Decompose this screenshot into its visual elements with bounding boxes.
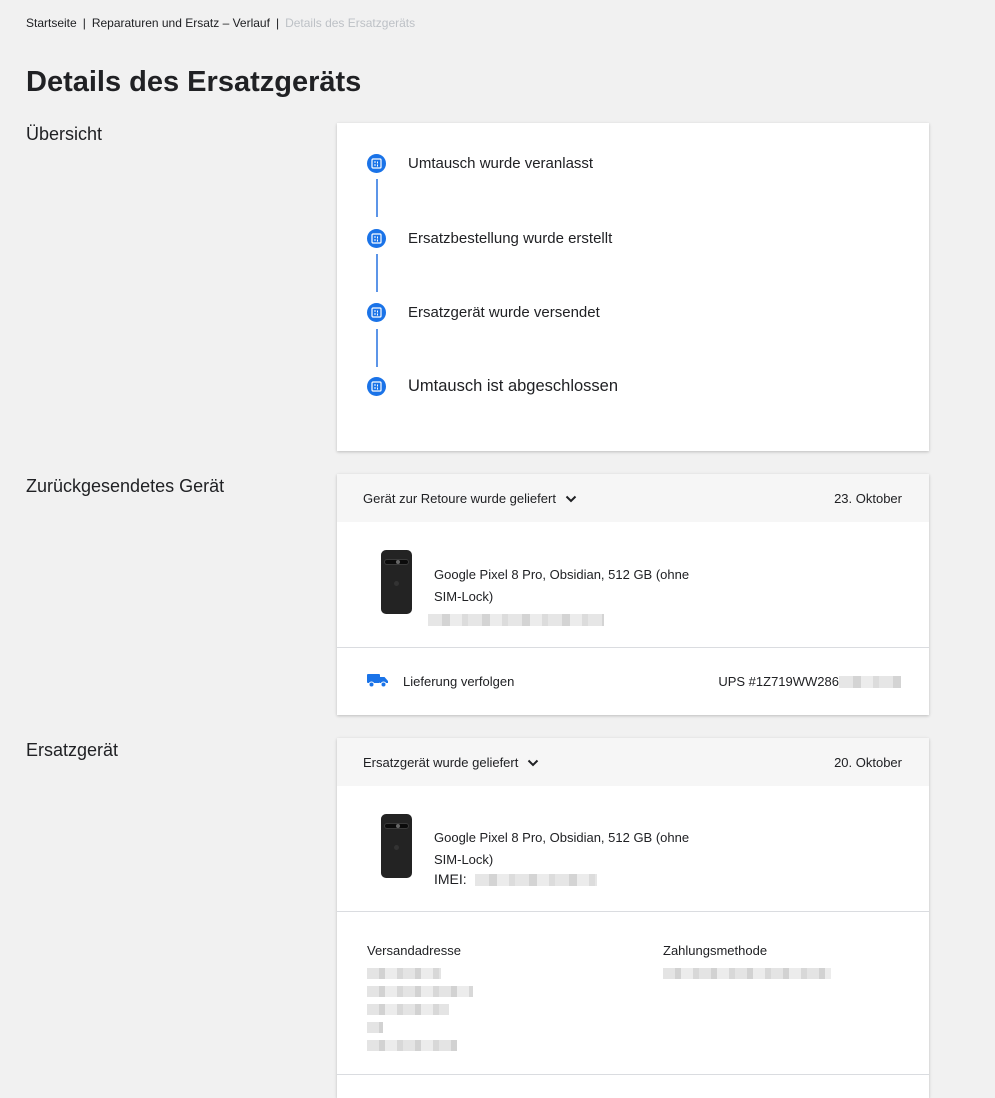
timeline-step-label: Umtausch ist abgeschlossen bbox=[408, 377, 619, 395]
product-name-line2: SIM-Lock) bbox=[434, 852, 494, 867]
timeline-step-label: Ersatzbestellung wurde erstellt bbox=[408, 230, 613, 247]
timeline-step: Ersatzbestellung wurde erstellt bbox=[367, 229, 612, 248]
checklist-icon bbox=[367, 154, 386, 173]
timeline-connector bbox=[376, 179, 378, 217]
timeline-step: Ersatzgerät wurde versendet bbox=[367, 303, 600, 322]
breadcrumb-history-link[interactable]: Reparaturen und Ersatz – Verlauf bbox=[92, 16, 270, 30]
redacted-field bbox=[839, 675, 901, 688]
returned-status-text: Gerät zur Retoure wurde geliefert bbox=[363, 490, 556, 506]
phone-image bbox=[381, 550, 412, 614]
returned-device-info: Google Pixel 8 Pro, Obsidian, 512 GB (oh… bbox=[428, 564, 690, 630]
replacement-status-text: Ersatzgerät wurde geliefert bbox=[363, 754, 519, 770]
imei-label: IMEI: bbox=[434, 871, 467, 887]
replacement-status-header[interactable]: Ersatzgerät wurde geliefert 20. Oktober bbox=[337, 738, 929, 786]
redacted-field bbox=[367, 968, 473, 1051]
payment-method-block: Zahlungsmethode bbox=[663, 943, 831, 986]
page-title: Details des Ersatzgeräts bbox=[26, 66, 362, 98]
timeline-step-label: Umtausch wurde veranlasst bbox=[408, 155, 594, 172]
returned-status-date: 23. Oktober bbox=[834, 490, 902, 506]
replacement-device-info: Google Pixel 8 Pro, Obsidian, 512 GB (oh… bbox=[434, 827, 689, 887]
breadcrumb: Startseite | Reparaturen und Ersatz – Verl… bbox=[26, 16, 415, 30]
divider bbox=[337, 1074, 929, 1075]
timeline-step-label: Ersatzgerät wurde versendet bbox=[408, 304, 600, 321]
product-name-line2: SIM-Lock) bbox=[434, 589, 494, 604]
chevron-down-icon[interactable] bbox=[565, 491, 577, 506]
replacement-device-row: Google Pixel 8 Pro, Obsidian, 512 GB (oh… bbox=[337, 786, 929, 911]
shipping-address-block: Versandadresse bbox=[367, 943, 473, 1058]
returned-status-header[interactable]: Gerät zur Retoure wurde geliefert 23. Ok… bbox=[337, 474, 929, 522]
section-overview-label: Übersicht bbox=[26, 124, 103, 144]
replacement-device-card: Ersatzgerät wurde geliefert 20. Oktober … bbox=[337, 738, 929, 1098]
shipping-address-label: Versandadresse bbox=[367, 943, 461, 958]
timeline-step: Umtausch ist abgeschlossen bbox=[367, 377, 618, 396]
returned-device-card: Gerät zur Retoure wurde geliefert 23. Ok… bbox=[337, 474, 929, 715]
checklist-icon bbox=[367, 229, 386, 248]
section-replacement-label: Ersatzgerät bbox=[26, 740, 119, 760]
timeline-connector bbox=[376, 329, 378, 367]
tracking-number: UPS #1Z719WW286 bbox=[718, 674, 839, 689]
address-payment-row: Versandadresse Zahlungsmethode bbox=[337, 912, 929, 1074]
redacted-field bbox=[663, 968, 831, 979]
timeline-connector bbox=[376, 254, 378, 292]
chevron-down-icon[interactable] bbox=[527, 755, 539, 770]
redacted-field bbox=[428, 613, 604, 626]
breadcrumb-home-link[interactable]: Startseite bbox=[26, 16, 77, 30]
truck-icon bbox=[367, 673, 389, 691]
product-name-line1: Google Pixel 8 Pro, Obsidian, 512 GB (oh… bbox=[434, 567, 690, 582]
payment-method-label: Zahlungsmethode bbox=[663, 943, 768, 958]
checklist-icon bbox=[367, 377, 386, 396]
track-delivery-link[interactable]: Lieferung verfolgen bbox=[403, 674, 514, 689]
returned-device-row: Google Pixel 8 Pro, Obsidian, 512 GB (oh… bbox=[337, 522, 929, 647]
breadcrumb-current: Details des Ersatzgeräts bbox=[285, 16, 416, 30]
timeline-card: Umtausch wurde veranlasst Ersatzbestellu… bbox=[337, 123, 929, 451]
breadcrumb-separator: | bbox=[82, 16, 86, 30]
breadcrumb-separator: | bbox=[275, 16, 280, 30]
checklist-icon bbox=[367, 303, 386, 322]
phone-image bbox=[381, 814, 412, 878]
replacement-status-date: 20. Oktober bbox=[834, 754, 902, 770]
redacted-field bbox=[474, 874, 597, 887]
section-returned-label: Zurückgesendetes Gerät bbox=[26, 476, 225, 496]
timeline-step: Umtausch wurde veranlasst bbox=[367, 154, 593, 173]
track-delivery-row[interactable]: Lieferung verfolgen UPS #1Z719WW286 bbox=[337, 648, 929, 715]
product-name-line1: Google Pixel 8 Pro, Obsidian, 512 GB (oh… bbox=[434, 830, 690, 845]
